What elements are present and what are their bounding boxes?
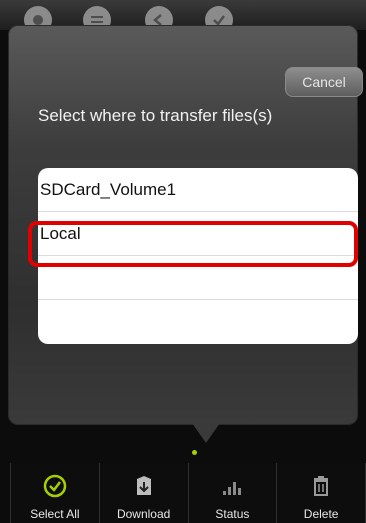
destination-item-sdcard[interactable]: SDCard_Volume1 — [38, 168, 358, 212]
destination-item-empty[interactable] — [38, 300, 358, 344]
checkmark-circle-icon — [42, 473, 68, 504]
dialog-pointer — [192, 423, 220, 443]
status-label: Status — [215, 507, 250, 521]
download-label: Download — [116, 507, 171, 521]
delete-button[interactable]: Delete — [277, 463, 366, 523]
selection-highlight — [28, 221, 358, 267]
status-button[interactable]: Status — [188, 463, 278, 523]
signal-bars-icon — [219, 473, 245, 504]
trash-icon — [308, 473, 334, 504]
dialog-prompt: Select where to transfer files(s) — [38, 106, 273, 125]
pointer-dot — [192, 450, 197, 455]
bottom-toolbar: Select All Download Status Delete — [10, 463, 366, 523]
download-button[interactable]: Download — [99, 463, 189, 523]
cancel-button[interactable]: Cancel — [285, 67, 363, 97]
select-all-label: Select All — [30, 507, 80, 521]
delete-label: Delete — [303, 507, 339, 521]
select-all-button[interactable]: Select All — [10, 463, 100, 523]
download-icon — [131, 473, 157, 504]
